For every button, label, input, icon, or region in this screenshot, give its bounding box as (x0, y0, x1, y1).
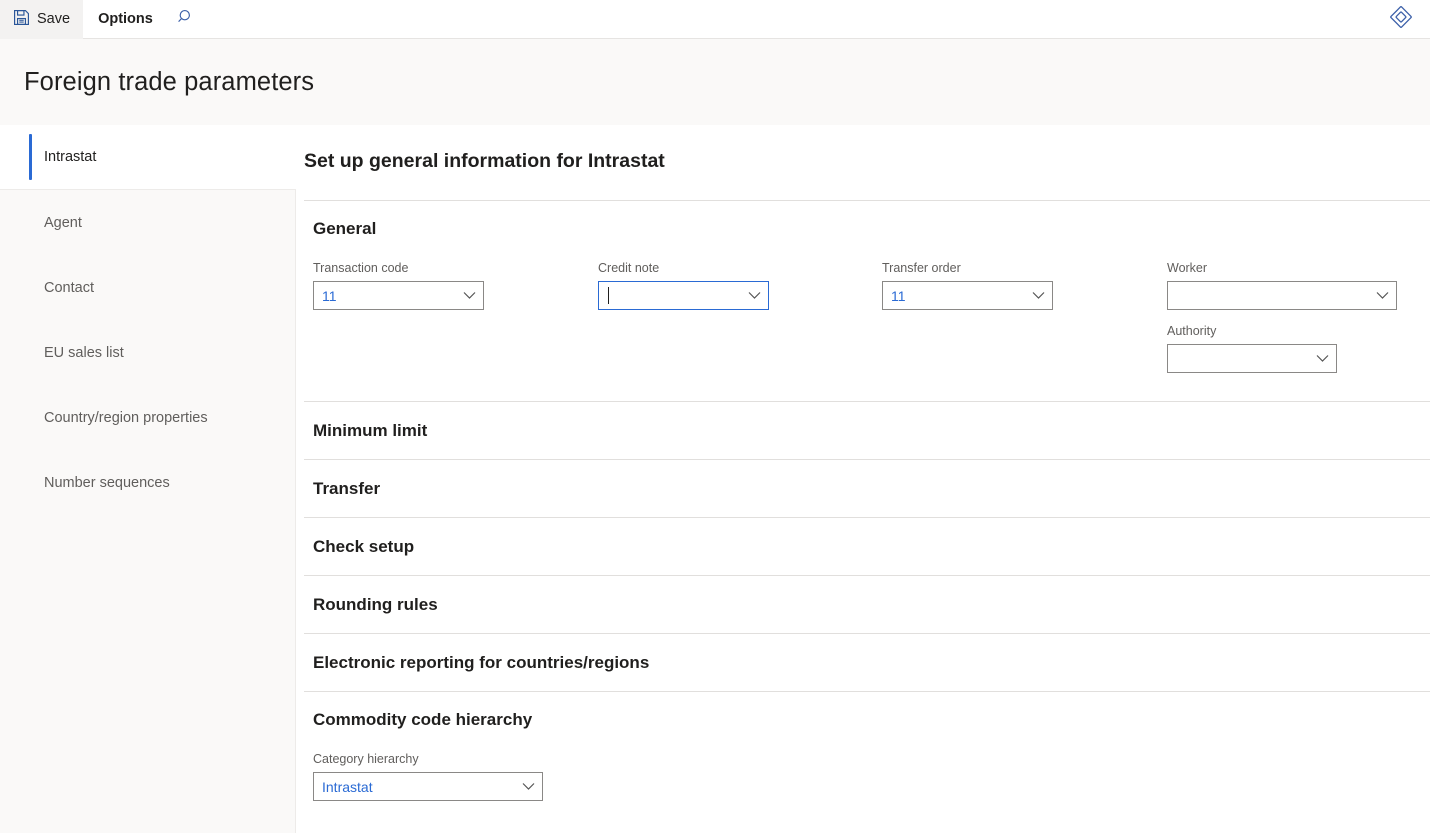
field-authority: Authority (1167, 324, 1427, 373)
field-worker: Worker (1167, 261, 1427, 310)
diamond-settings-icon (1390, 5, 1412, 33)
page-body: Intrastat Agent Contact EU sales list Co… (0, 125, 1430, 833)
chevron-down-icon (1024, 291, 1052, 300)
section-electronic-reporting-title: Electronic reporting for countries/regio… (313, 652, 650, 672)
sidebar-item-label: Intrastat (44, 149, 97, 165)
text-caret (608, 287, 609, 304)
diamond-settings-button[interactable] (1384, 2, 1418, 36)
transaction-code-value: 11 (322, 287, 337, 304)
section-general-title[interactable]: General (304, 219, 1430, 239)
field-label: Transfer order (882, 261, 961, 275)
sidebar-item-eu-sales-list[interactable]: EU sales list (0, 320, 295, 385)
sidebar-item-number-sequences[interactable]: Number sequences (0, 450, 295, 515)
sidebar-item-label: Agent (44, 214, 82, 231)
credit-note-combobox[interactable] (598, 281, 769, 310)
field-label: Transaction code (313, 261, 409, 275)
chevron-down-icon (740, 291, 768, 300)
command-bar: Save Options (0, 0, 1430, 39)
search-button[interactable] (167, 0, 205, 39)
section-commodity-title[interactable]: Commodity code hierarchy (304, 710, 1430, 730)
field-transfer-order: Transfer order 11 (882, 261, 1167, 310)
transfer-order-value: 11 (891, 287, 906, 304)
field-transaction-code: Transaction code 11 (313, 261, 598, 310)
form-heading-row: Set up general information for Intrastat (304, 125, 1430, 173)
save-floppy-icon (13, 9, 30, 30)
options-button[interactable]: Options (84, 0, 167, 39)
section-rounding-rules-title: Rounding rules (313, 594, 438, 614)
field-column-2: Credit note (598, 261, 882, 387)
chevron-down-icon (1368, 291, 1396, 300)
sidebar-item-country-region-properties[interactable]: Country/region properties (0, 385, 295, 450)
page-title: Foreign trade parameters (24, 67, 315, 96)
worker-combobox[interactable] (1167, 281, 1397, 310)
transaction-code-combobox[interactable]: 11 (313, 281, 484, 310)
section-minimum-limit-title: Minimum limit (313, 420, 428, 440)
chevron-down-icon (455, 291, 483, 300)
command-bar-right-group (1384, 0, 1430, 38)
category-hierarchy-value: Intrastat (322, 778, 373, 795)
sidebar-item-label: EU sales list (44, 344, 124, 361)
sidebar-item-contact[interactable]: Contact (0, 255, 295, 320)
field-column-1: Transaction code 11 (313, 261, 598, 387)
field-column-3: Transfer order 11 (882, 261, 1167, 387)
page-title-band: Foreign trade parameters (0, 39, 1430, 125)
transfer-order-combobox[interactable]: 11 (882, 281, 1053, 310)
field-label: Category hierarchy (313, 752, 419, 766)
form-heading: Set up general information for Intrastat (304, 150, 665, 172)
command-bar-left-group: Save Options (0, 0, 205, 39)
save-button-label: Save (37, 11, 71, 27)
category-hierarchy-combobox[interactable]: Intrastat (313, 772, 543, 801)
sidebar-item-label: Country/region properties (44, 409, 208, 426)
chevron-down-icon (514, 782, 542, 791)
section-commodity-code-hierarchy: Commodity code hierarchy Category hierar… (304, 692, 1430, 815)
section-check-setup-title: Check setup (313, 536, 415, 556)
sidebar-item-intrastat[interactable]: Intrastat (0, 125, 296, 190)
form-content-pane: Set up general information for Intrastat… (296, 125, 1430, 833)
general-field-grid: Transaction code 11 Credit note Transfer… (304, 261, 1430, 387)
sidebar-tab-rail: Intrastat Agent Contact EU sales list Co… (0, 125, 296, 833)
section-electronic-reporting[interactable]: Electronic reporting for countries/regio… (304, 634, 1430, 692)
sidebar-item-label: Contact (44, 279, 94, 296)
chevron-down-icon (1308, 354, 1336, 363)
search-icon (177, 8, 195, 30)
field-credit-note: Credit note (598, 261, 882, 310)
options-button-label: Options (98, 11, 153, 27)
field-label: Worker (1167, 261, 1208, 275)
field-column-commodity: Category hierarchy Intrastat (313, 752, 543, 815)
section-rounding-rules[interactable]: Rounding rules (304, 576, 1430, 634)
section-transfer[interactable]: Transfer (304, 460, 1430, 518)
section-check-setup[interactable]: Check setup (304, 518, 1430, 576)
field-column-4: Worker Authority (1167, 261, 1427, 387)
field-label: Authority (1167, 324, 1217, 338)
sidebar-item-agent[interactable]: Agent (0, 190, 295, 255)
commodity-field-grid: Category hierarchy Intrastat (304, 752, 1430, 815)
section-transfer-title: Transfer (313, 478, 381, 498)
section-general: General Transaction code 11 Credit note … (304, 201, 1430, 402)
section-minimum-limit[interactable]: Minimum limit (304, 402, 1430, 460)
save-button[interactable]: Save (0, 0, 84, 39)
field-label: Credit note (598, 261, 660, 275)
authority-combobox[interactable] (1167, 344, 1337, 373)
sidebar-item-label: Number sequences (44, 474, 170, 491)
field-category-hierarchy: Category hierarchy Intrastat (313, 752, 543, 801)
